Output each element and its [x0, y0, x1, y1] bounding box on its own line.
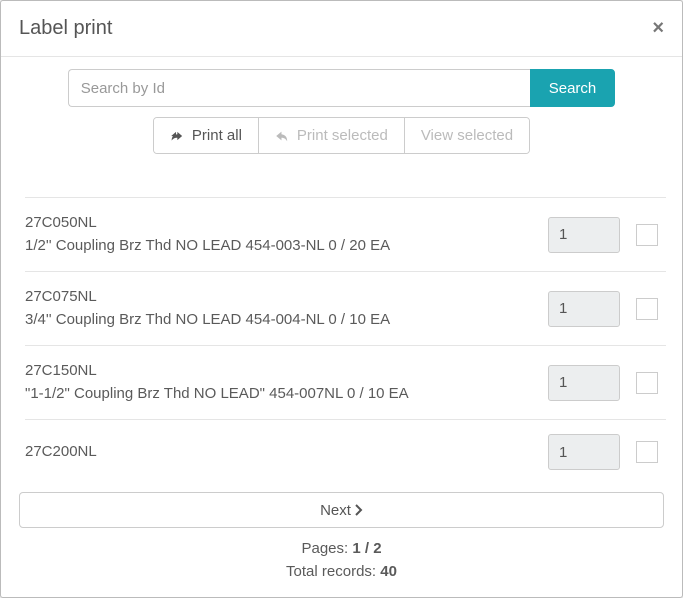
list-item: 27C075NL 3/4'' Coupling Brz Thd NO LEAD … — [25, 271, 666, 345]
quantity-input[interactable] — [548, 217, 620, 253]
print-selected-button[interactable]: Print selected — [259, 118, 405, 153]
print-all-label: Print all — [192, 127, 242, 144]
item-desc: 3/4'' Coupling Brz Thd NO LEAD 454-004-N… — [25, 309, 532, 332]
search-input[interactable] — [68, 69, 530, 107]
pagination-info: Pages: 1 / 2 Total records: 40 — [19, 538, 664, 583]
list-spacer — [25, 169, 666, 197]
pages-label: Pages: — [301, 540, 352, 557]
item-desc: "1-1/2" Coupling Brz Thd NO LEAD" 454-00… — [25, 383, 532, 406]
quantity-input[interactable] — [548, 365, 620, 401]
view-selected-label: View selected — [421, 127, 513, 144]
list-item: 27C050NL 1/2'' Coupling Brz Thd NO LEAD … — [25, 197, 666, 271]
dialog-header: Label print × — [1, 1, 682, 57]
view-selected-button[interactable]: View selected — [405, 118, 529, 153]
search-row: Search — [1, 57, 682, 117]
item-code: 27C150NL — [25, 360, 532, 383]
item-list[interactable]: 27C050NL 1/2'' Coupling Brz Thd NO LEAD … — [1, 168, 682, 480]
select-checkbox[interactable] — [636, 372, 658, 394]
dialog-footer: Next Pages: 1 / 2 Total records: 40 — [1, 480, 682, 597]
item-code: 27C075NL — [25, 286, 532, 309]
list-item: 27C150NL "1-1/2" Coupling Brz Thd NO LEA… — [25, 345, 666, 419]
item-info: 27C150NL "1-1/2" Coupling Brz Thd NO LEA… — [25, 360, 532, 405]
item-desc: 1/2'' Coupling Brz Thd NO LEAD 454-003-N… — [25, 235, 532, 258]
print-selected-label: Print selected — [297, 127, 388, 144]
dialog-title: Label print — [19, 17, 112, 40]
dialog-body: Search Print all Print selected View — [1, 57, 682, 597]
item-code: 27C200NL — [25, 441, 532, 464]
action-button-row: Print all Print selected View selected — [1, 117, 682, 168]
select-checkbox[interactable] — [636, 224, 658, 246]
item-info: 27C050NL 1/2'' Coupling Brz Thd NO LEAD … — [25, 212, 532, 257]
action-button-group: Print all Print selected View selected — [153, 117, 530, 154]
reply-icon — [275, 129, 291, 143]
label-print-dialog: Label print × Search Print all — [0, 0, 683, 598]
total-records-value: 40 — [380, 563, 397, 580]
chevron-right-icon — [355, 504, 363, 516]
next-label: Next — [320, 502, 351, 519]
total-records-label: Total records: — [286, 563, 380, 580]
item-info: 27C075NL 3/4'' Coupling Brz Thd NO LEAD … — [25, 286, 532, 331]
quantity-input[interactable] — [548, 291, 620, 327]
list-item: 27C200NL — [25, 419, 666, 480]
item-info: 27C200NL — [25, 441, 532, 464]
select-checkbox[interactable] — [636, 441, 658, 463]
close-button[interactable]: × — [652, 17, 664, 40]
search-button[interactable]: Search — [530, 69, 616, 107]
item-code: 27C050NL — [25, 212, 532, 235]
print-all-button[interactable]: Print all — [154, 118, 259, 153]
close-icon: × — [652, 17, 664, 39]
reply-all-icon — [170, 129, 186, 143]
pages-value: 1 / 2 — [352, 540, 381, 557]
quantity-input[interactable] — [548, 434, 620, 470]
select-checkbox[interactable] — [636, 298, 658, 320]
next-button[interactable]: Next — [19, 492, 664, 528]
